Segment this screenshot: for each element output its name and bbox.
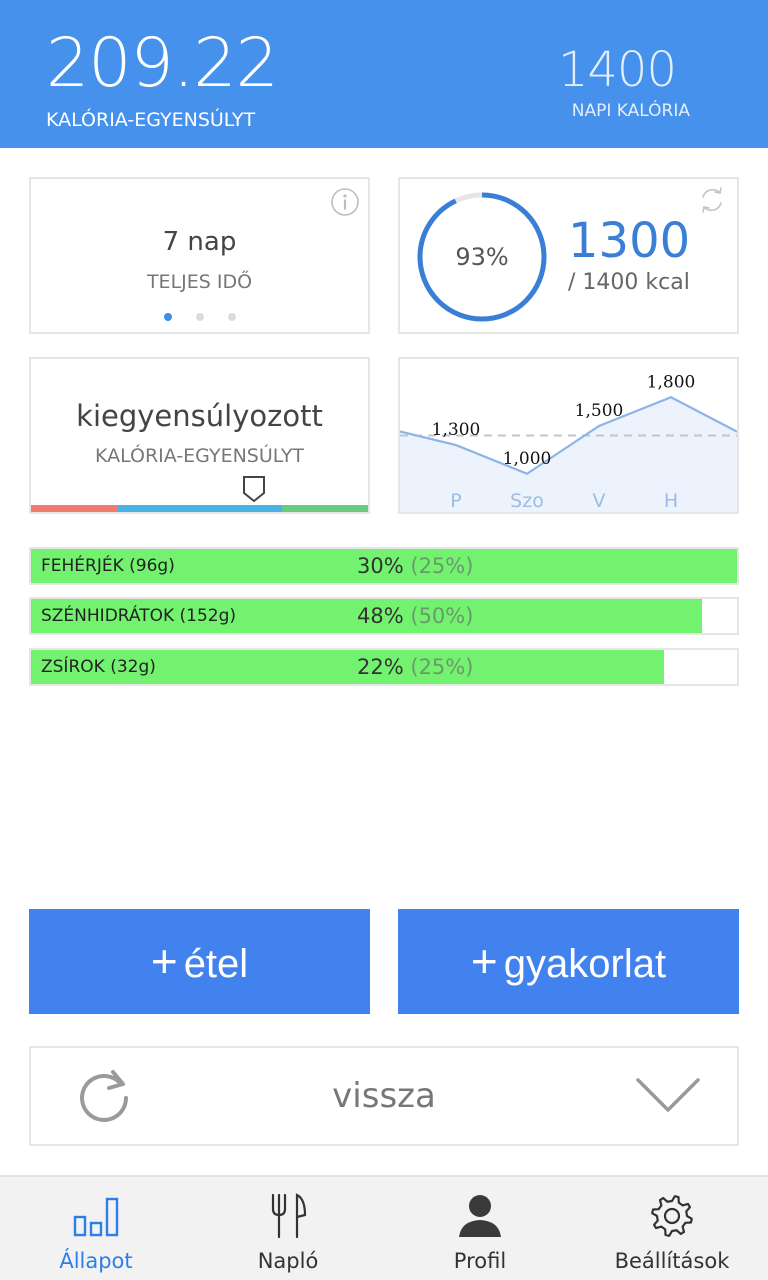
macro-bar: SZÉNHIDRÁTOK (152g) 48% (50%) xyxy=(29,597,739,635)
macro-bar: ZSÍROK (32g) 22% (25%) xyxy=(29,648,739,686)
summary-header: 209.22 KALÓRIA-EGYENSÚLYT 1400 NAPI KALÓ… xyxy=(0,0,768,148)
macro-percent: 30% (25%) xyxy=(357,549,473,583)
macro-name: ZSÍROK (32g) xyxy=(41,657,156,677)
nav-label-status: Állapot xyxy=(59,1249,133,1273)
nav-label-profile: Profil xyxy=(453,1249,507,1273)
gear-icon xyxy=(651,1195,693,1237)
bar-chart-icon xyxy=(73,1197,119,1237)
sync-icon[interactable] xyxy=(695,183,729,217)
chart-data-label: 1,800 xyxy=(647,372,696,392)
macro-bar: FEHÉRJÉK (96g) 30% (25%) xyxy=(29,547,739,585)
add-exercise-label: gyakorlat xyxy=(503,942,667,986)
nav-label-diary: Napló xyxy=(257,1249,319,1273)
daily-calorie-label: NAPI KALÓRIA xyxy=(571,101,690,121)
macro-percent: 48% (50%) xyxy=(357,599,473,633)
nav-item-diary[interactable]: Napló xyxy=(192,1177,384,1280)
calorie-balance-value: 209.22 xyxy=(46,24,279,103)
total-days-value: 7 nap xyxy=(162,227,237,257)
page-dot-3[interactable] xyxy=(227,313,236,321)
macro-goal-percent: (25%) xyxy=(410,554,474,578)
info-icon[interactable] xyxy=(330,187,360,217)
bottom-navigation: Állapot Napló Profil Beállítások xyxy=(0,1175,768,1280)
target-calories: / 1400 kcal xyxy=(568,270,690,295)
weekly-calorie-chart[interactable]: 1,300 P 1,000 Szo 1,500 V 1,800 H xyxy=(398,357,739,514)
balance-state-card[interactable]: kiegyensúlyozott KALÓRIA-EGYENSÚLYT xyxy=(29,357,370,514)
page-dot-2[interactable] xyxy=(195,313,204,321)
add-exercise-button[interactable]: + gyakorlat xyxy=(398,909,739,1014)
total-time-label: TELJES IDŐ xyxy=(146,271,253,293)
chart-data-label: 1,000 xyxy=(503,449,552,469)
macro-name: SZÉNHIDRÁTOK (152g) xyxy=(41,606,237,626)
macro-percent: 22% (25%) xyxy=(357,650,473,684)
scale-deficit-segment xyxy=(31,505,118,512)
page-indicator xyxy=(31,313,368,321)
eaten-calories: 1300 xyxy=(568,213,691,269)
back-label: vissza xyxy=(332,1076,436,1116)
fork-knife-icon xyxy=(271,1193,307,1239)
calorie-progress-card[interactable]: 93% 1300 / 1400 kcal xyxy=(398,177,739,334)
macro-goal-percent: (50%) xyxy=(410,604,474,628)
nav-item-profile[interactable]: Profil xyxy=(384,1177,576,1280)
person-icon xyxy=(459,1195,501,1237)
calorie-balance-label: KALÓRIA-EGYENSÚLYT xyxy=(46,109,256,131)
plus-icon: + xyxy=(470,935,498,987)
page-dot-1[interactable] xyxy=(163,313,172,321)
chart-x-tick-label: P xyxy=(450,490,461,512)
chevron-down-icon[interactable] xyxy=(635,1076,701,1116)
macro-actual-percent: 48% xyxy=(357,604,404,628)
chart-x-tick-label: V xyxy=(593,490,606,512)
total-time-card[interactable]: 7 nap TELJES IDŐ xyxy=(29,177,370,334)
chart-data-label: 1,500 xyxy=(575,401,624,421)
nav-item-status[interactable]: Állapot xyxy=(0,1177,192,1280)
balance-marker-icon xyxy=(243,476,265,503)
add-food-label: étel xyxy=(183,942,249,986)
add-food-button[interactable]: + étel xyxy=(29,909,370,1014)
chart-svg: 1,300 P 1,000 Szo 1,500 V 1,800 H xyxy=(400,372,737,512)
macro-name: FEHÉRJÉK (96g) xyxy=(41,556,175,576)
nav-item-settings[interactable]: Beállítások xyxy=(576,1177,768,1280)
plus-icon: + xyxy=(150,935,178,987)
chart-x-tick-label: H xyxy=(664,490,678,512)
daily-calorie-value: 1400 xyxy=(557,42,677,98)
scale-surplus-segment xyxy=(282,505,368,512)
balance-state-label: KALÓRIA-EGYENSÚLYT xyxy=(94,445,305,467)
balance-state-value: kiegyensúlyozott xyxy=(76,399,323,433)
macro-goal-percent: (25%) xyxy=(410,655,474,679)
nav-label-settings: Beállítások xyxy=(614,1249,730,1273)
progress-percent: 93% xyxy=(455,243,509,271)
scale-balanced-segment xyxy=(118,505,282,512)
chart-x-tick-label: Szo xyxy=(510,490,544,512)
macro-actual-percent: 30% xyxy=(357,554,404,578)
chart-data-label: 1,300 xyxy=(432,420,481,440)
balance-scale xyxy=(31,505,368,512)
back-bar[interactable]: vissza xyxy=(29,1046,739,1146)
macro-actual-percent: 22% xyxy=(357,655,404,679)
